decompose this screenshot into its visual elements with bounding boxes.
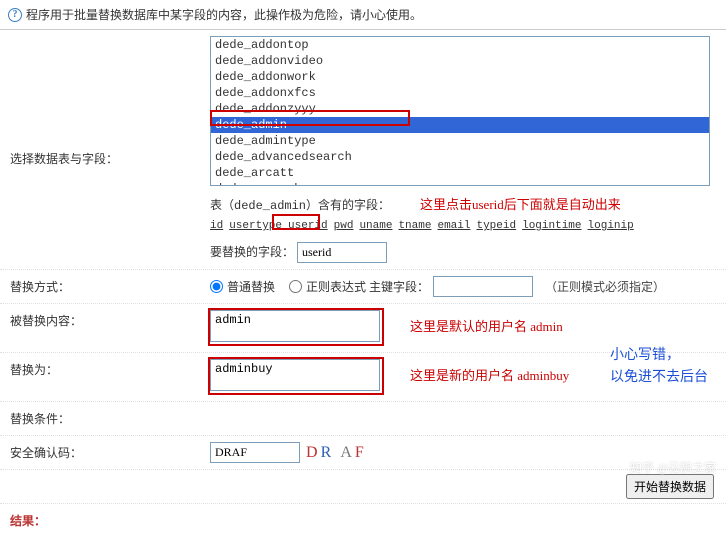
label-select-table: 选择数据表与字段： (0, 30, 200, 175)
radio-regex[interactable] (289, 280, 302, 293)
field-link[interactable]: loginip (588, 220, 634, 232)
listbox-item[interactable]: dede_advancedsearch (211, 149, 709, 165)
label-replace-mode: 替换方式： (0, 270, 200, 303)
regex-note: （正则模式必须指定） (545, 278, 665, 295)
field-link-list: id usertype userid pwd uname tname email… (210, 217, 716, 232)
radio-normal[interactable] (210, 280, 223, 293)
content-from-input[interactable] (210, 310, 380, 342)
field-link[interactable]: logintime (522, 220, 581, 232)
captcha-image[interactable]: DR AF (306, 444, 367, 462)
annotation-caution: 小心写错， 以免进不去后台 (610, 345, 708, 390)
listbox-item[interactable]: dede_addonxfcs (211, 85, 709, 101)
label-captcha: 安全确认码： (0, 436, 200, 469)
field-link[interactable]: typeid (476, 220, 516, 232)
field-link[interactable]: uname (359, 220, 392, 232)
listbox-item[interactable]: dede_admin (211, 117, 709, 133)
warning-text: 程序用于批量替换数据库中某字段的内容，此操作极为危险，请小心使用。 (26, 6, 422, 23)
field-link[interactable]: id (210, 220, 223, 232)
submit-button[interactable]: 开始替换数据 (626, 474, 714, 499)
annotation-to: 这里是新的用户名 adminbuy (410, 365, 569, 384)
field-link[interactable]: userid (288, 220, 328, 232)
listbox-item[interactable]: dede_addonwork (211, 69, 709, 85)
listbox-item[interactable]: dede_addonzyyy (211, 101, 709, 117)
captcha-input[interactable] (210, 442, 300, 463)
listbox-item[interactable]: dede_addontop (211, 37, 709, 53)
field-link[interactable]: pwd (334, 220, 354, 232)
listbox-item[interactable]: dede_arccache (211, 181, 709, 186)
fields-header: 表（dede_admin）含有的字段： (210, 199, 390, 213)
warning-bar: ? 程序用于批量替换数据库中某字段的内容，此操作极为危险，请小心使用。 (0, 0, 726, 30)
replace-field-label: 要替换的字段： (210, 245, 294, 259)
result-label: 结果： (0, 504, 726, 537)
content-to-input[interactable] (210, 359, 380, 391)
field-link[interactable]: tname (398, 220, 431, 232)
label-replaced-content: 被替换内容： (0, 304, 200, 352)
field-link[interactable]: usertype (229, 220, 282, 232)
label-replace-to: 替换为： (0, 353, 200, 401)
label-condition: 替换条件： (0, 402, 200, 435)
listbox-item[interactable]: dede_admintype (211, 133, 709, 149)
listbox-item[interactable]: dede_arcatt (211, 165, 709, 181)
radio-normal-label: 普通替换 (227, 278, 275, 295)
annotation-userid: 这里点击userid后下面就是自动出来 (420, 194, 621, 213)
table-listbox[interactable]: dede_addontopdede_addonvideodede_addonwo… (210, 36, 710, 186)
replace-field-input[interactable] (297, 242, 387, 263)
radio-regex-label: 正则表达式 主键字段： (306, 278, 429, 295)
field-link[interactable]: email (437, 220, 470, 232)
listbox-item[interactable]: dede_addonvideo (211, 53, 709, 69)
info-icon: ? (8, 8, 22, 22)
regex-key-input[interactable] (433, 276, 533, 297)
annotation-from: 这里是默认的用户名 admin (410, 316, 563, 335)
